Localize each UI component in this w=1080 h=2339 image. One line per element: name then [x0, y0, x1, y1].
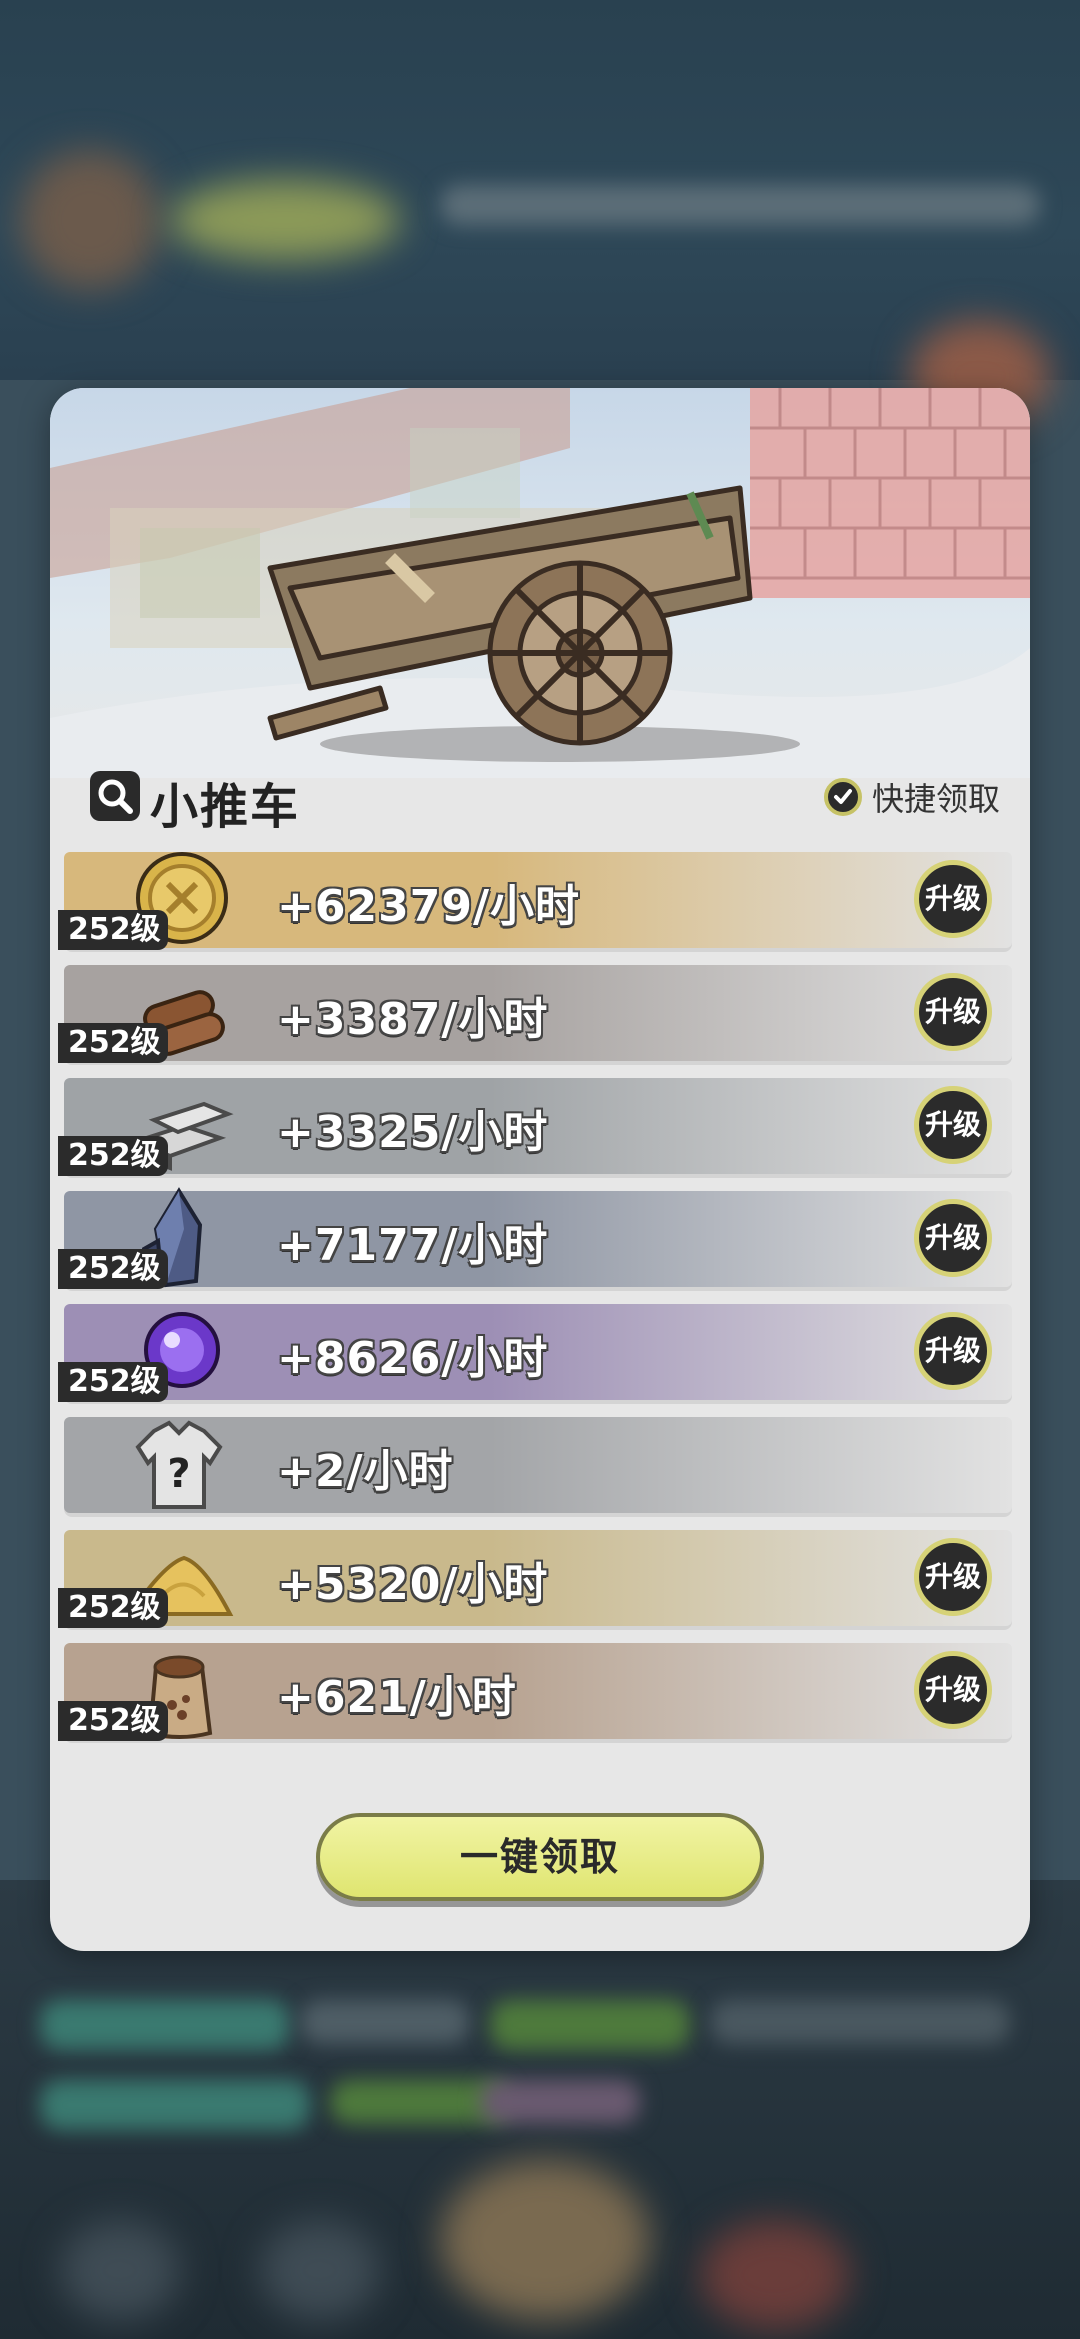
cart-hero-banner — [50, 388, 1030, 778]
production-rate: +2/小时 — [277, 1446, 454, 1497]
resource-row-wood: 252级 +3387/小时 升级 — [58, 965, 1012, 1063]
resource-row-sand-pile: 252级 +5320/小时 升级 — [58, 1530, 1012, 1628]
production-rate: +621/小时 — [277, 1672, 517, 1723]
production-rate: +7177/小时 — [277, 1220, 549, 1271]
dialog-title: 小推车 — [150, 779, 301, 835]
production-rate: +8626/小时 — [277, 1333, 549, 1384]
production-rate: +62379/小时 — [277, 881, 581, 932]
resource-row-mystery-armor: ? +2/小时 — [64, 1417, 1012, 1513]
resource-row-crystal-ore: 252级 +7177/小时 升级 — [58, 1187, 1012, 1289]
resource-row-iron-ingot: 252级 +3325/小时 升级 — [58, 1078, 1012, 1176]
claim-all-button[interactable]: 一键领取 — [316, 1813, 764, 1901]
level-badge: 252级 — [58, 1023, 168, 1063]
dialog-header: 小推车 快捷领取 — [90, 763, 1000, 835]
upgrade-button[interactable]: 升级 — [914, 973, 992, 1051]
cart-illustration — [50, 388, 1030, 778]
level-badge: 252级 — [58, 1249, 168, 1289]
production-rate: +3387/小时 — [277, 994, 549, 1045]
quick-claim-label: 快捷领取 — [871, 780, 1000, 818]
checkmark-icon[interactable] — [823, 778, 862, 816]
resource-list: 252级 +62379/小时 升级 252级 +3387/小时 升级 252级 +3325/小… — [58, 852, 1016, 1756]
upgrade-button[interactable]: 升级 — [914, 1538, 992, 1616]
upgrade-button[interactable]: 升级 — [914, 1651, 992, 1729]
level-badge: 252级 — [58, 1362, 168, 1402]
magnifier-icon[interactable] — [90, 771, 140, 821]
resource-row-gold-coin: 252级 +62379/小时 升级 — [58, 852, 1012, 950]
resource-row-magic-orb: 252级 +8626/小时 升级 — [58, 1304, 1012, 1402]
upgrade-button[interactable]: 升级 — [914, 1199, 992, 1277]
level-badge: 252级 — [58, 1701, 168, 1741]
level-badge: 252级 — [58, 1588, 168, 1628]
upgrade-button[interactable]: 升级 — [914, 860, 992, 938]
upgrade-button[interactable]: 升级 — [914, 1086, 992, 1164]
mystery-armor-icon: ? — [124, 1411, 234, 1521]
cart-dialog: 小推车 快捷领取 252级 +62379/小时 升级 252级 +3387/小时 升级 25… — [50, 388, 1030, 1951]
level-badge: 252级 — [58, 1136, 168, 1176]
quick-claim-toggle[interactable]: 快捷领取 — [823, 775, 1000, 819]
svg-text:?: ? — [167, 1451, 190, 1497]
production-rate: +3325/小时 — [277, 1107, 549, 1158]
resource-row-grain-sack: 252级 +621/小时 升级 — [58, 1643, 1012, 1741]
level-badge: 252级 — [58, 910, 168, 950]
production-rate: +5320/小时 — [277, 1559, 549, 1610]
upgrade-button[interactable]: 升级 — [914, 1312, 992, 1390]
